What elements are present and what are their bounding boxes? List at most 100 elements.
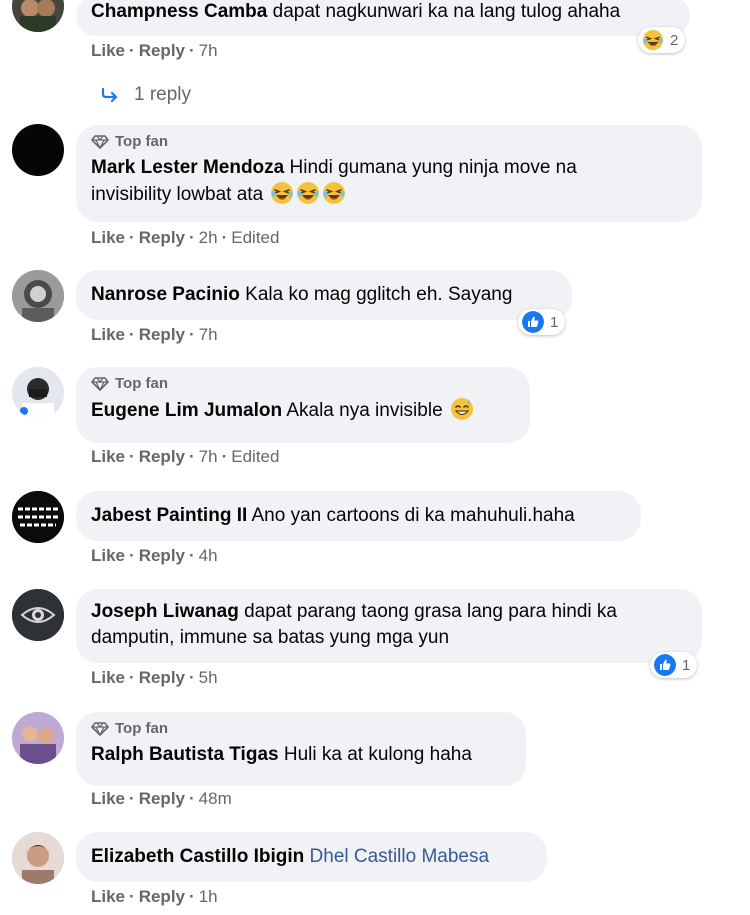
comment-avatar[interactable] [12,832,64,884]
top-fan-label: Top fan [115,133,169,150]
like-link[interactable]: Like [91,228,125,247]
comment-avatar[interactable] [12,589,64,641]
reply-link[interactable]: Reply [139,668,185,687]
comment-avatar[interactable] [12,0,64,32]
comment-timestamp[interactable]: 7h [199,447,218,466]
comment-timestamp[interactable]: 1h [199,887,218,906]
reaction-number: 1 [682,656,691,674]
comment-author[interactable]: Jabest Painting II [91,505,247,526]
reply-link[interactable]: Reply [139,325,185,344]
comment-text: Akala nya invisible [286,400,443,421]
comment-actions: Like · Reply · 1h [91,887,218,907]
reply-link[interactable]: Reply [139,41,185,60]
like-link[interactable]: Like [91,325,125,344]
comment-bubble: Elizabeth Castillo Ibigin Dhel Castillo … [76,832,547,882]
comment-text: Kala ko mag gglitch eh. Sayang [245,284,513,305]
comment-text-line1: dapat parang taong grasa lang para hindi… [244,601,617,622]
comment-actions: Like · Reply · 4h [91,546,218,566]
separator: · [221,228,228,247]
comment-avatar[interactable] [12,270,64,322]
separator: · [189,668,195,687]
like-reaction-icon [522,311,544,333]
like-reaction-icon [654,654,676,676]
laughing-emoji-icon [296,181,320,205]
reaction-number: 1 [550,313,559,331]
comment-actions: Like · Reply · 7h · Edited [91,447,279,467]
separator: · [189,887,195,906]
separator: · [129,325,135,344]
reaction-count[interactable]: 2 [638,27,686,53]
comment-bubble: Champness Camba dapat nagkunwari ka na l… [76,0,690,36]
diamond-icon [91,722,109,736]
reply-link[interactable]: Reply [139,447,185,466]
comment-text-line2: damputin, immune sa batas yung mga yun [91,627,450,648]
separator: · [189,789,195,808]
separator: · [129,887,135,906]
comment-actions: Like · Reply · 7h [91,325,218,345]
comment-timestamp[interactable]: 7h [199,41,218,60]
comment-bubble: Top fan Ralph Bautista Tigas Huli ka at … [76,712,526,786]
top-fan-badge[interactable]: Top fan [91,373,516,395]
separator: · [189,325,195,344]
separator: · [129,228,135,247]
separator: · [129,546,135,565]
separator: · [189,546,195,565]
reply-link[interactable]: Reply [139,228,185,247]
view-replies-link[interactable]: 1 reply [100,84,191,106]
replies-count-label[interactable]: 1 reply [134,84,191,106]
reply-arrow-icon [101,87,118,103]
like-link[interactable]: Like [91,447,125,466]
comment-avatar[interactable] [12,124,64,176]
comment-actions: Like · Reply · 7h [91,41,218,61]
like-link[interactable]: Like [91,41,125,60]
separator: · [189,228,195,247]
comment-timestamp[interactable]: 2h [199,228,218,247]
separator: · [221,447,228,466]
like-link[interactable]: Like [91,789,125,808]
separator: · [129,447,135,466]
reaction-count[interactable]: 1 [650,652,698,678]
comment-author[interactable]: Nanrose Pacinio [91,284,240,305]
comment-timestamp[interactable]: 4h [199,546,218,565]
mention-link[interactable]: Dhel Castillo Mabesa [310,846,490,867]
reaction-count[interactable]: 1 [518,309,566,335]
separator: · [189,41,195,60]
reply-link[interactable]: Reply [139,789,185,808]
top-fan-badge[interactable]: Top fan [91,718,512,740]
comment-text: dapat nagkunwari ka na lang tulog ahaha [272,1,621,22]
comment-author[interactable]: Elizabeth Castillo Ibigin [91,846,304,867]
comment-author[interactable]: Ralph Bautista Tigas [91,744,279,765]
comment-avatar[interactable] [12,491,64,543]
haha-reaction-icon [642,29,664,51]
comment-timestamp[interactable]: 48m [199,789,232,808]
edited-label[interactable]: Edited [231,447,279,466]
laughing-emoji-icon [322,181,346,205]
comment-avatar[interactable] [12,367,64,419]
top-fan-label: Top fan [115,720,169,737]
comment-text-line1: Hindi gumana yung ninja move na [289,157,577,178]
comment-author[interactable]: Champness Camba [91,1,267,22]
top-fan-badge[interactable]: Top fan [91,131,688,153]
top-fan-label: Top fan [115,375,169,392]
comment-text-line2: invisibility lowbat ata [91,184,264,205]
like-link[interactable]: Like [91,887,125,906]
edited-label[interactable]: Edited [231,228,279,247]
comment-bubble: Joseph Liwanag dapat parang taong grasa … [76,589,702,663]
comment-avatar[interactable] [12,712,64,764]
sweat-smile-emoji-icon [450,397,474,421]
reply-link[interactable]: Reply [139,887,185,906]
like-link[interactable]: Like [91,546,125,565]
comment-author[interactable]: Mark Lester Mendoza [91,157,284,178]
comment-bubble: Nanrose Pacinio Kala ko mag gglitch eh. … [76,270,572,320]
comment-author[interactable]: Eugene Lim Jumalon [91,400,282,421]
comment-author[interactable]: Joseph Liwanag [91,601,239,622]
comment-actions: Like · Reply · 5h [91,668,218,688]
comment-text: Ano yan cartoons di ka mahuhuli.haha [251,505,575,526]
comment-bubble: Jabest Painting II Ano yan cartoons di k… [76,491,641,541]
comment-text: Huli ka at kulong haha [283,744,472,765]
like-link[interactable]: Like [91,668,125,687]
laughing-emoji-icon [270,181,294,205]
comment-timestamp[interactable]: 5h [199,668,218,687]
reply-link[interactable]: Reply [139,546,185,565]
comment-timestamp[interactable]: 7h [199,325,218,344]
